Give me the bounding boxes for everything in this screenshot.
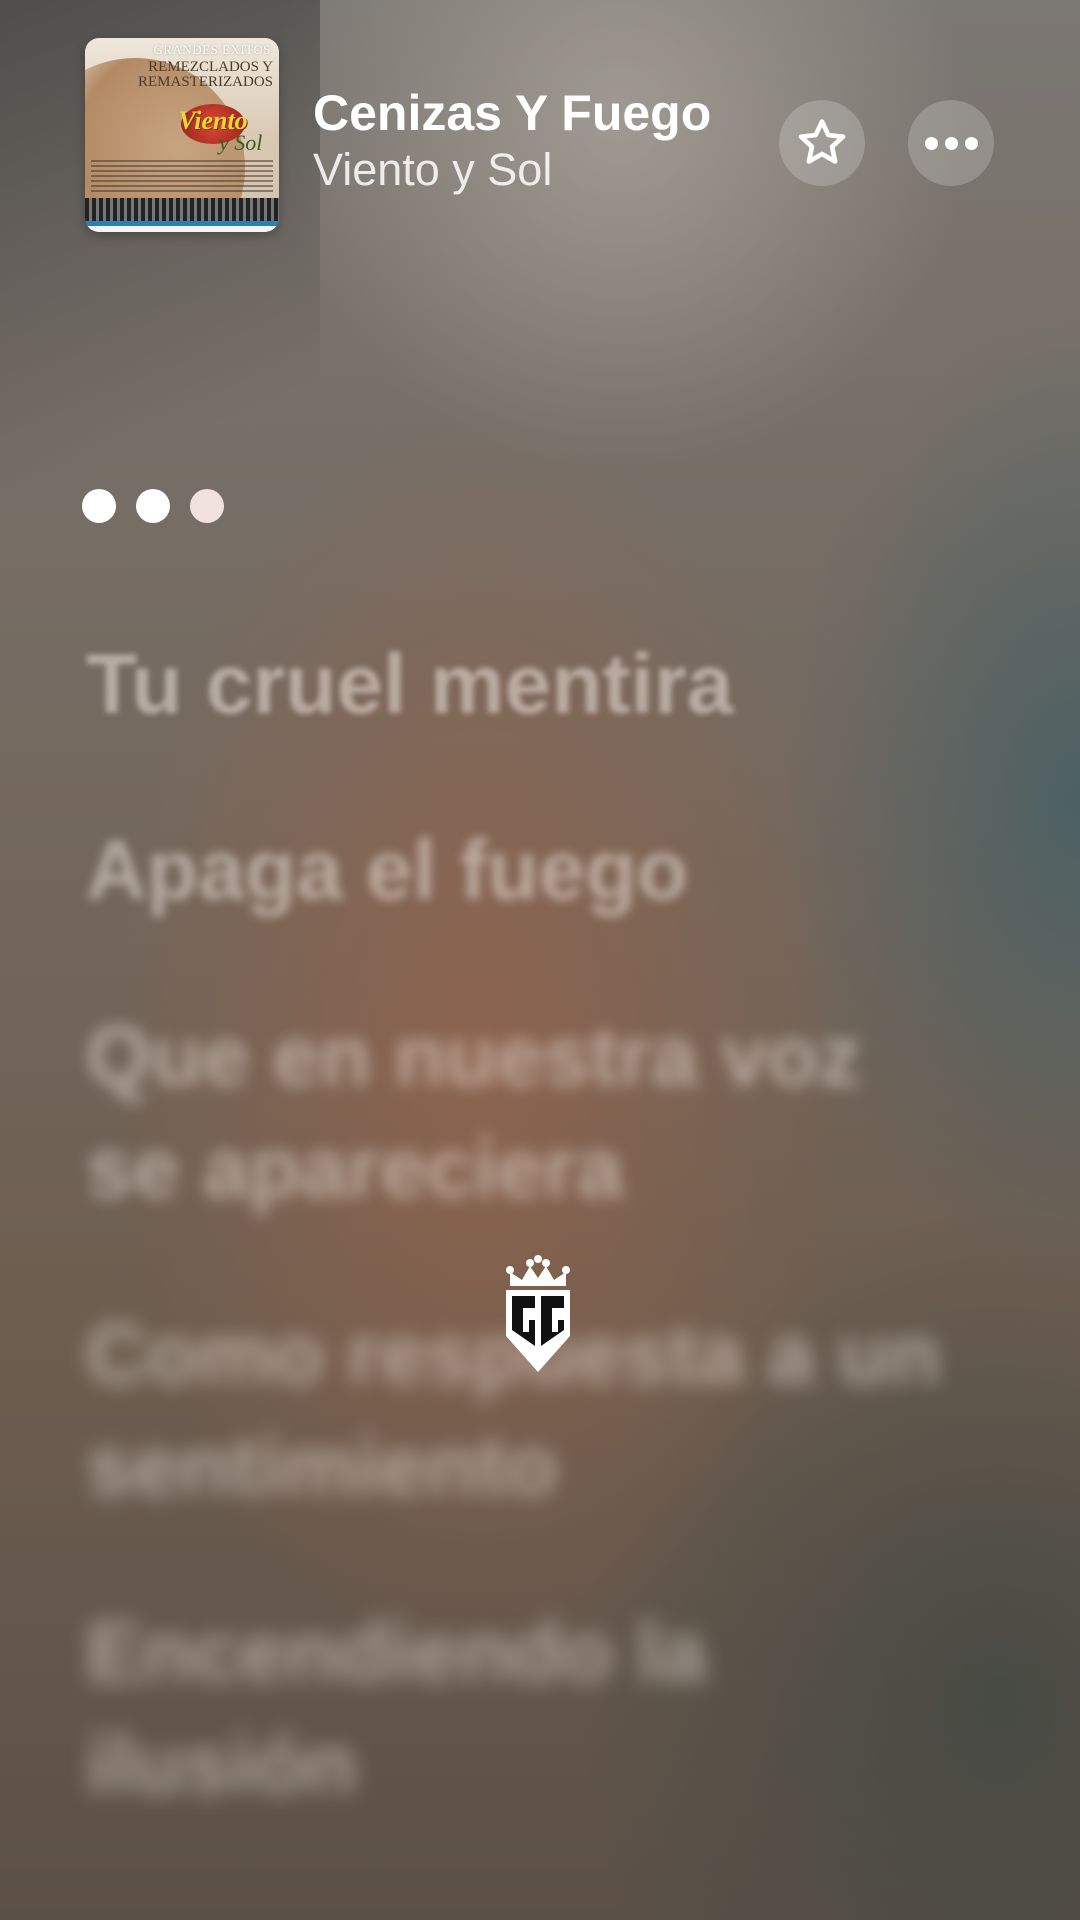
album-artwork[interactable]: GRANDES EXITOS REMEZCLADOS Y REMASTERIZA… bbox=[85, 38, 279, 232]
favorite-button[interactable] bbox=[779, 100, 865, 186]
watermark-logo bbox=[502, 1250, 574, 1374]
lyrics-interlude-indicator bbox=[82, 489, 224, 523]
lyric-line[interactable]: Apaga el fuego bbox=[86, 814, 1006, 926]
now-playing-header: GRANDES EXITOS REMEZCLADOS Y REMASTERIZA… bbox=[85, 38, 995, 233]
lyric-line[interactable]: Encendiendo la ilusión bbox=[86, 1596, 846, 1820]
more-options-button[interactable] bbox=[908, 100, 994, 186]
artwork-subtitle-text: REMEZCLADOS Y REMASTERIZADOS bbox=[137, 59, 273, 90]
artwork-logo-sub: y Sol bbox=[219, 130, 263, 155]
artwork-bottom-band bbox=[85, 198, 279, 232]
song-title: Cenizas Y Fuego bbox=[313, 85, 712, 141]
crown-shield-icon bbox=[506, 1255, 570, 1372]
interlude-dot bbox=[82, 489, 116, 523]
artwork-logo: Viento y Sol bbox=[159, 100, 267, 156]
artwork-track-list bbox=[91, 160, 273, 196]
artwork-header-text: GRANDES EXITOS bbox=[153, 42, 271, 57]
interlude-dot bbox=[136, 489, 170, 523]
star-icon bbox=[798, 119, 846, 164]
lyric-line[interactable]: Tu cruel mentira bbox=[86, 628, 1006, 740]
artist-name: Viento y Sol bbox=[313, 144, 553, 195]
lyric-line[interactable]: Que en nuestra voz se apareciera bbox=[86, 1000, 946, 1224]
track-info[interactable]: Cenizas Y Fuego Viento y Sol bbox=[313, 84, 711, 198]
interlude-dot bbox=[190, 489, 224, 523]
more-icon bbox=[924, 136, 978, 150]
